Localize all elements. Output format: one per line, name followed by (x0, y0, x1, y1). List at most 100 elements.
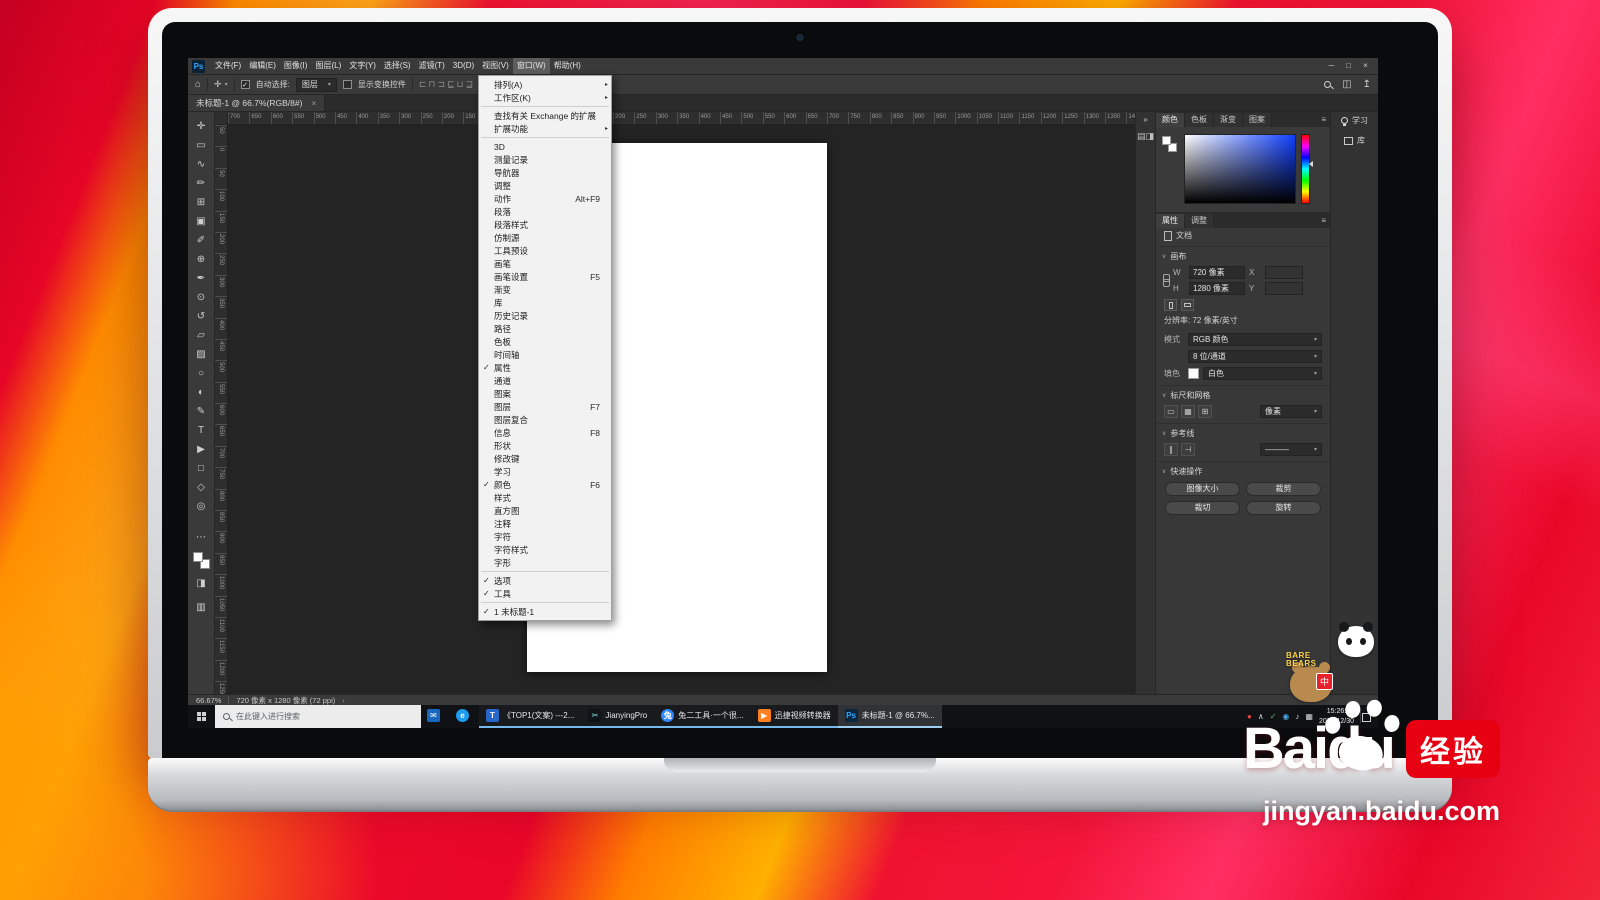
window-menu-item[interactable]: 渐变 (479, 283, 611, 296)
window-menu-item[interactable]: 字形 (479, 556, 611, 569)
brush-tool[interactable]: ✒ (192, 269, 211, 288)
image-size-button[interactable]: 图像大小 (1165, 482, 1240, 496)
menu-view[interactable]: 视图(V) (478, 58, 513, 74)
window-menu-item[interactable]: 测量记录 (479, 153, 611, 166)
rotate-button[interactable]: 旋转 (1246, 501, 1321, 515)
learn-panel-button[interactable]: 学习 (1341, 115, 1368, 126)
start-button[interactable] (188, 705, 215, 728)
menu-edit[interactable]: 编辑(E) (245, 58, 280, 74)
home-icon[interactable]: ⌂ (195, 79, 201, 90)
hand-tool[interactable]: ◇ (192, 478, 211, 497)
quick-selection-tool[interactable]: ✏ (192, 174, 211, 193)
current-tool-preset[interactable]: ✛ ▾ (214, 79, 228, 90)
trim-button[interactable]: 裁切 (1165, 501, 1240, 515)
toggle-snap-icon[interactable]: ⊞ (1198, 405, 1212, 418)
move-tool[interactable]: ✛ (192, 117, 211, 136)
video-converter-button[interactable]: ▶ 迅捷视频转换器 (750, 705, 838, 728)
search-icon[interactable] (1324, 81, 1332, 88)
show-transform-checkbox[interactable] (342, 80, 352, 89)
window-menu-item[interactable]: 路径 (479, 322, 611, 335)
frame-tool[interactable]: ▣ (192, 212, 211, 231)
window-menu-item[interactable]: 3D (479, 140, 611, 153)
auto-select-checkbox[interactable]: ✓ (240, 80, 250, 89)
window-menu-item[interactable]: 注释 (479, 517, 611, 530)
align-bottom-icon[interactable]: ⊒ (466, 79, 474, 90)
edge-button[interactable]: e (450, 705, 479, 728)
canvas-section-header[interactable]: ∨ 画布 (1156, 246, 1330, 264)
window-menu-item[interactable]: ✓ 工具 (479, 587, 611, 600)
toggle-rulers-icon[interactable]: ▭ (1164, 405, 1178, 418)
share-icon[interactable]: ↥ (1363, 79, 1371, 90)
canvas-workspace[interactable] (228, 125, 1135, 694)
window-menu-item[interactable]: 库 (479, 296, 611, 309)
window-menu-item[interactable]: 画笔 (479, 257, 611, 270)
rulers-grid-section-header[interactable]: ∨ 标尺和网格 (1156, 385, 1330, 403)
menu-window[interactable]: 窗口(W) (512, 58, 550, 74)
window-menu-item[interactable]: 排列(A) ▸ (479, 78, 611, 91)
window-menu-item[interactable]: 导航器 (479, 166, 611, 179)
tab-adjustments[interactable]: 调整 (1185, 214, 1214, 228)
fill-dropdown[interactable]: 白色 ▾ (1203, 367, 1322, 380)
align-right-icon[interactable]: ⊐ (437, 79, 445, 90)
window-menu-item[interactable]: ✓ 1 未标题-1 (479, 605, 611, 618)
menu-3d[interactable]: 3D(D) (449, 58, 478, 74)
window-menu-item[interactable]: ✓ 属性 (479, 361, 611, 374)
close-button[interactable]: × (1357, 58, 1374, 74)
window-menu-item[interactable]: 字符样式 (479, 543, 611, 556)
lasso-tool[interactable]: ∿ (192, 155, 211, 174)
collapsed-panel-icon-1[interactable]: ▤ (1137, 131, 1146, 141)
top1-doc-button[interactable]: T 《TOP1(文案) ---2... (479, 705, 582, 728)
y-input[interactable] (1265, 282, 1303, 295)
collapsed-panel-icon-2[interactable]: ◨ (1146, 131, 1155, 141)
taskbar-search[interactable]: 在此键入进行搜索 (215, 705, 421, 728)
workspace-icon[interactable]: ◫ (1342, 79, 1351, 90)
window-menu-item[interactable]: ✓ 颜色 F6 (479, 478, 611, 491)
menu-type[interactable]: 文字(Y) (345, 58, 380, 74)
window-menu-item[interactable]: 动作 Alt+F9 (479, 192, 611, 205)
status-chevron-icon[interactable]: › (342, 696, 345, 705)
menu-select[interactable]: 选择(S) (380, 58, 415, 74)
hue-slider[interactable] (1301, 134, 1313, 204)
eraser-tool[interactable]: ▱ (192, 326, 211, 345)
clone-stamp-tool[interactable]: ⊙ (192, 288, 211, 307)
quick-actions-section-header[interactable]: ∨ 快速操作 (1156, 461, 1330, 479)
height-input[interactable]: 1280 像素 (1189, 282, 1245, 295)
window-menu-item[interactable]: 直方图 (479, 504, 611, 517)
window-menu-item[interactable]: 色板 (479, 335, 611, 348)
quick-mask-icon[interactable]: ◨ (192, 574, 211, 593)
window-menu-item[interactable]: 历史记录 (479, 309, 611, 322)
window-menu-item[interactable]: 通道 (479, 374, 611, 387)
window-menu-item[interactable]: 形状 (479, 439, 611, 452)
color-swatches[interactable] (192, 552, 210, 569)
menu-filter[interactable]: 滤镜(T) (415, 58, 449, 74)
window-menu-item[interactable]: 图层复合 (479, 413, 611, 426)
document-tab[interactable]: 未标题-1 @ 66.7%(RGB/8#) × (188, 95, 326, 111)
units-dropdown[interactable]: 像素 ▾ (1260, 405, 1322, 418)
window-menu-item[interactable]: 段落 (479, 205, 611, 218)
x-input[interactable] (1265, 266, 1303, 279)
close-tab-icon[interactable]: × (311, 98, 316, 108)
window-menu-item[interactable]: 图层 F7 (479, 400, 611, 413)
window-menu-item[interactable]: 工作区(K) ▸ (479, 91, 611, 104)
window-menu-item[interactable]: 工具预设 (479, 244, 611, 257)
toggle-grid-icon[interactable]: ▦ (1181, 405, 1195, 418)
zoom-tool[interactable]: ◎ (192, 497, 211, 516)
tab-gradients[interactable]: 渐变 (1214, 113, 1243, 127)
window-menu-item[interactable]: 调整 (479, 179, 611, 192)
align-middle-icon[interactable]: ⊔ (457, 79, 464, 90)
panel-menu-icon[interactable]: ≡ (1317, 214, 1330, 228)
window-menu-item[interactable]: 样式 (479, 491, 611, 504)
align-top-icon[interactable]: ⊑ (447, 79, 455, 90)
window-menu-item[interactable]: ✓ 选项 (479, 574, 611, 587)
window-menu-item[interactable]: 图案 (479, 387, 611, 400)
lock-guides-icon[interactable]: ⊣ (1181, 443, 1195, 456)
jianying-button[interactable]: ✂ JianyingPro (581, 705, 655, 728)
photoshop-task-button[interactable]: Ps 未标题-1 @ 66.7%... (837, 705, 942, 728)
window-menu-item[interactable]: 学习 (479, 465, 611, 478)
window-menu-item[interactable]: 修改键 (479, 452, 611, 465)
crop-button[interactable]: 裁剪 (1246, 482, 1321, 496)
libraries-panel-button[interactable]: 库 (1344, 135, 1365, 146)
menu-image[interactable]: 图像(I) (280, 58, 312, 74)
menu-help[interactable]: 帮助(H) (550, 58, 585, 74)
guides-section-header[interactable]: ∨ 参考线 (1156, 423, 1330, 441)
